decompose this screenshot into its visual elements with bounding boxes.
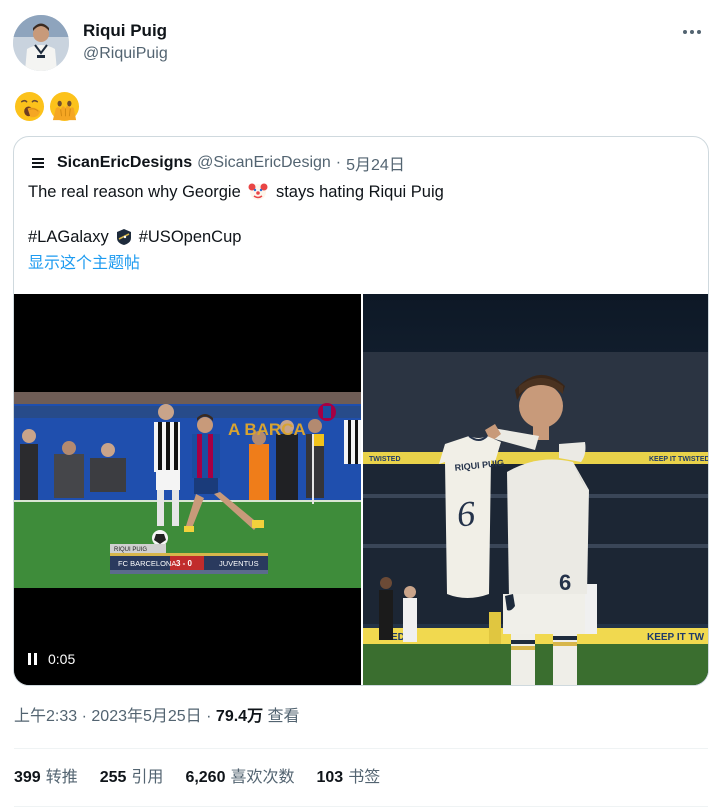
bookmarks-count: 103 — [316, 769, 344, 786]
more-dot — [690, 30, 694, 34]
avatar-image — [13, 15, 69, 71]
scoreboard-top-label: RIQUI PUIG — [114, 547, 147, 553]
divider — [14, 748, 708, 749]
menu-lines-icon — [32, 158, 44, 168]
meta-dot: · — [81, 708, 87, 725]
tweet-text — [14, 91, 80, 122]
video-frame: A BARCA RIQUI PUIG FC BARCELONA 3 - 0 JU… — [14, 294, 361, 685]
retweets-label: 转推 — [45, 769, 78, 786]
bottom-banner-text: KEEP IT TW — [647, 632, 705, 643]
author-name[interactable]: Riqui Puig — [83, 20, 168, 42]
scoreboard-home: FC BARCELONA — [118, 559, 176, 568]
bottom-banner-text-left: ED — [391, 632, 405, 643]
quoted-photo[interactable]: TWISTED KEEP IT TWISTED KEEP IT TW ED 6 … — [363, 294, 709, 685]
stadium-sign-keep: KEEP IT TWISTED — [649, 456, 709, 463]
pause-icon[interactable] — [28, 653, 40, 665]
views-label: 查看 — [267, 708, 300, 725]
tweet-date[interactable]: 2023年5月25日 — [91, 708, 201, 725]
bookmarks-label: 书签 — [348, 769, 381, 786]
quoted-author-handle[interactable]: @SicanEricDesign — [197, 154, 331, 172]
jersey-number: 6 — [456, 493, 477, 534]
shorts-number: 6 — [559, 570, 571, 595]
author-block: Riqui Puig @RiquiPuig — [83, 20, 168, 65]
views-count: 79.4万 — [215, 708, 264, 725]
quoted-media-grid: A BARCA RIQUI PUIG FC BARCELONA 3 - 0 JU… — [14, 294, 709, 685]
tweet-time[interactable]: 上午2:33 — [14, 708, 77, 725]
likes-count: 6,260 — [185, 769, 226, 786]
scoreboard-score: 3 - 0 — [176, 559, 193, 568]
video-controls[interactable]: 0:05 — [28, 648, 75, 670]
tweet: Riqui Puig @RiquiPuig SicanEricDesigns @… — [0, 0, 720, 809]
author-handle[interactable]: @RiquiPuig — [83, 43, 168, 65]
video-time: 0:05 — [48, 651, 76, 667]
clown-face-icon — [248, 183, 268, 200]
stadium-wall-text: A BARCA — [228, 420, 306, 439]
more-dot — [697, 30, 701, 34]
la-galaxy-crest-icon — [116, 229, 131, 245]
yawning-face-icon — [14, 91, 45, 122]
more-options-button[interactable] — [678, 22, 706, 42]
stadium-sign-twisted: TWISTED — [369, 456, 401, 463]
face-with-hand-over-mouth-icon — [49, 91, 80, 122]
meta-dot: · — [206, 708, 212, 725]
quoted-text-part2: stays hating Riqui Puig — [275, 183, 444, 201]
scoreboard-away: JUVENTUS — [219, 559, 259, 568]
quoted-hashtags: #LAGalaxy #USOpenCup — [28, 226, 241, 248]
photo-image: TWISTED KEEP IT TWISTED KEEP IT TW ED 6 … — [363, 294, 709, 685]
likes-stat[interactable]: 6,260 喜欢次数 — [185, 767, 294, 789]
hashtag-lagalaxy[interactable]: #LAGalaxy — [28, 226, 109, 248]
hashtag-usopencup[interactable]: #USOpenCup — [139, 226, 242, 248]
retweets-stat[interactable]: 399 转推 — [14, 767, 78, 789]
quoted-tweet-date[interactable]: 5月24日 — [346, 151, 405, 175]
likes-label: 喜欢次数 — [230, 769, 295, 786]
bookmarks-stat[interactable]: 103 书签 — [317, 767, 381, 789]
show-thread-link[interactable]: 显示这个主题帖 — [28, 253, 140, 275]
quoted-tweet-text: The real reason why Georgie stays hating… — [28, 180, 444, 203]
quoted-tweet-card[interactable]: SicanEricDesigns @SicanEricDesign · 5月24… — [13, 136, 709, 686]
tweet-meta: 上午2:33 · 2023年5月25日 · 79.4万 查看 — [14, 706, 300, 728]
author-avatar[interactable] — [13, 15, 69, 71]
quotes-stat[interactable]: 255 引用 — [100, 767, 164, 789]
quoted-author-name[interactable]: SicanEricDesigns — [57, 154, 192, 172]
video-player[interactable]: A BARCA RIQUI PUIG FC BARCELONA 3 - 0 JU… — [14, 294, 361, 685]
quotes-count: 255 — [99, 769, 127, 786]
separator-dot: · — [335, 154, 342, 171]
divider — [14, 806, 708, 807]
quoted-text-part1: The real reason why Georgie — [28, 183, 241, 201]
retweets-count: 399 — [14, 769, 41, 786]
more-dot — [683, 30, 687, 34]
quoted-author-avatar[interactable] — [28, 153, 48, 173]
quotes-label: 引用 — [131, 769, 164, 786]
quoted-tweet-header: SicanEricDesigns @SicanEricDesign · 5月24… — [28, 151, 405, 175]
engagement-stats: 399 转推 255 引用 6,260 喜欢次数 103 书签 — [14, 767, 380, 789]
